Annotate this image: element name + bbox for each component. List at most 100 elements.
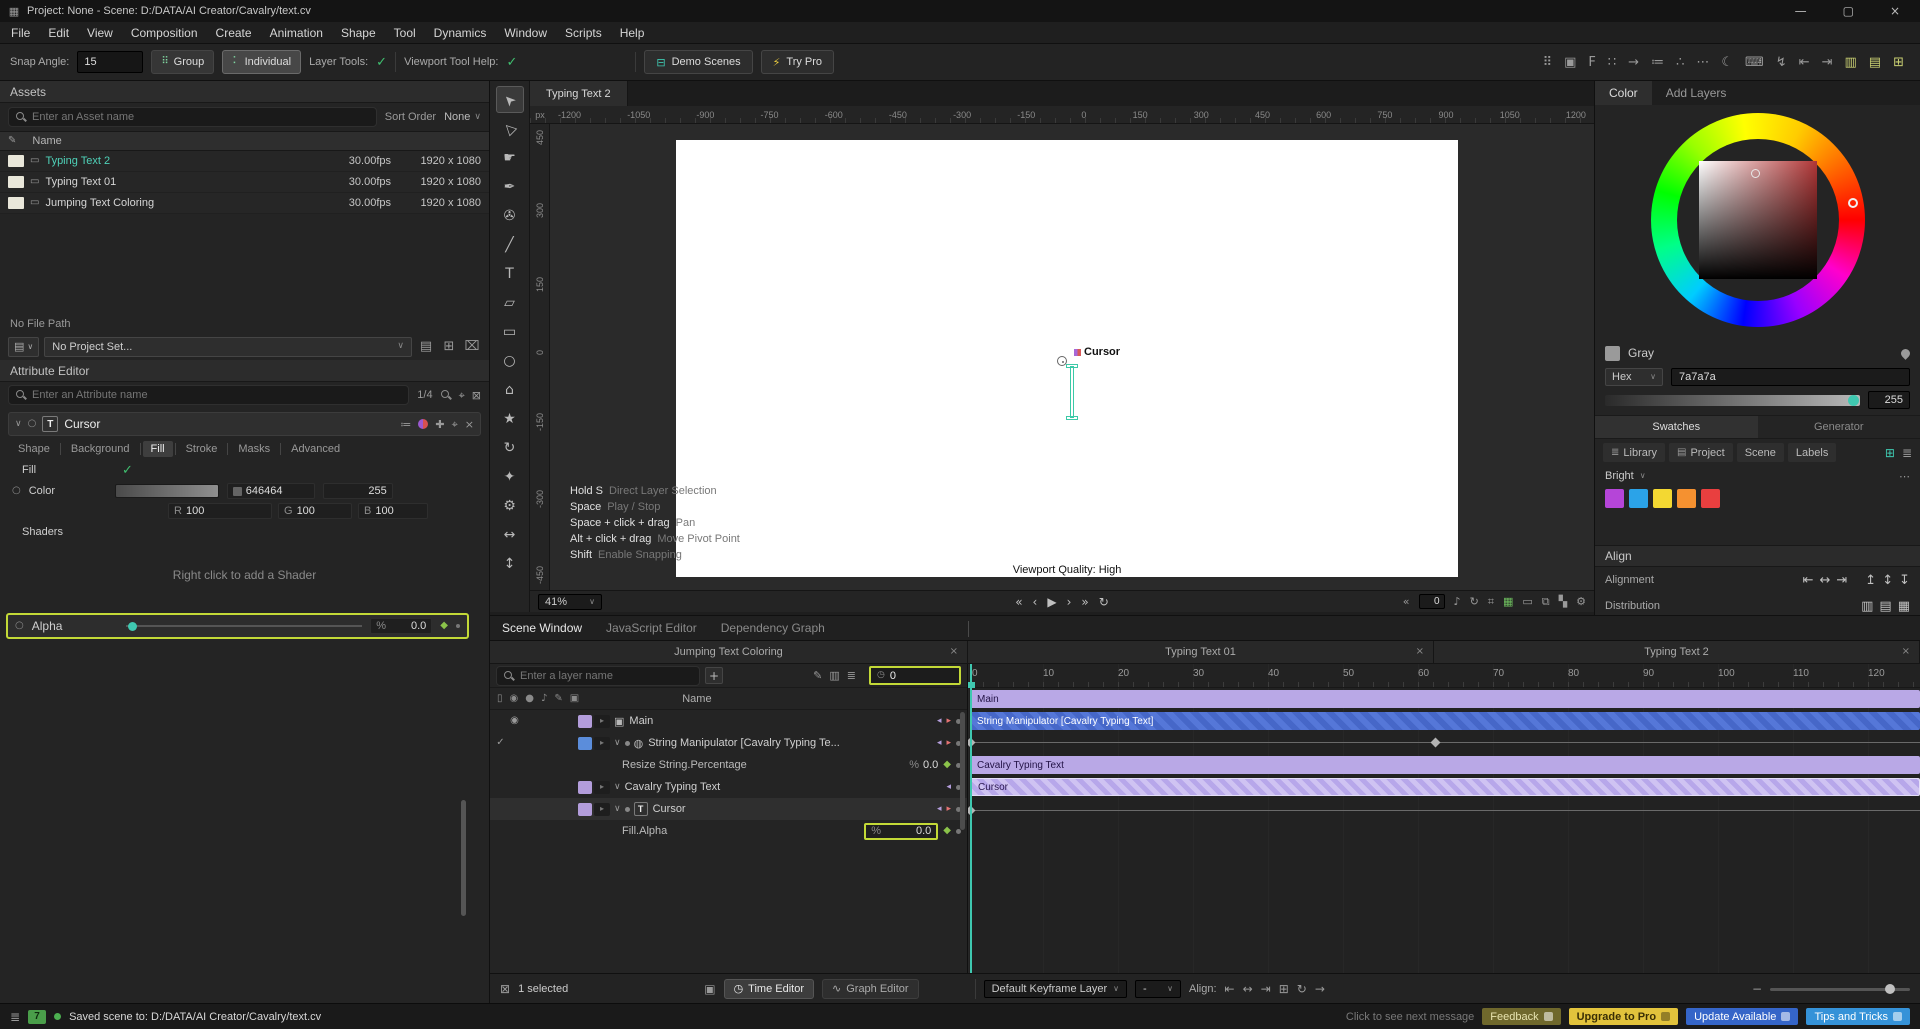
tab-generator[interactable]: Generator <box>1758 416 1920 438</box>
close-icon[interactable]: × <box>465 419 474 430</box>
list-icon[interactable]: ≣ <box>847 670 856 681</box>
pan-tool[interactable]: ☛ <box>496 144 524 171</box>
loop-icon[interactable]: ↻ <box>1297 983 1307 995</box>
align-top-icon[interactable]: ↥ <box>1865 574 1876 587</box>
keyframe-diamond[interactable] <box>1431 738 1441 748</box>
scene-button[interactable]: Scene <box>1737 443 1784 462</box>
panel-alpha-slider[interactable] <box>1605 395 1860 406</box>
cursor-layer-label[interactable]: Cursor <box>1074 346 1120 358</box>
layer-tools-check-icon[interactable]: ✓ <box>376 56 387 69</box>
solo-icon[interactable]: ● <box>525 694 534 704</box>
tab-masks[interactable]: Masks <box>230 441 278 457</box>
hex-value-field[interactable]: 646464 <box>227 483 315 499</box>
shader-drop-area[interactable]: Right click to add a Shader <box>14 543 475 607</box>
project-select[interactable]: No Project Set... ∨ <box>44 337 412 357</box>
square-icon[interactable]: ▣ <box>704 983 715 995</box>
effects-icon[interactable]: F <box>1588 56 1595 69</box>
saturation-square[interactable] <box>1699 161 1817 279</box>
asset-row[interactable]: ▭ Jumping Text Coloring 30.00fps 1920 x … <box>0 193 489 214</box>
add-layer-button[interactable]: + <box>705 667 723 684</box>
keyframe-circle-icon[interactable]: ○ <box>15 621 24 631</box>
layers-icon[interactable]: ⧉ <box>1542 596 1550 607</box>
ease-select[interactable]: - ∨ <box>1135 980 1181 998</box>
select-tool[interactable]: ➤ <box>496 86 524 113</box>
pen-tool[interactable]: ✒ <box>496 173 524 200</box>
visibility-icon[interactable]: ◉ <box>508 716 521 726</box>
chevron-down-icon[interactable]: ∨ <box>614 805 621 814</box>
skip-start-icon[interactable]: « <box>1015 596 1022 608</box>
message-count-badge[interactable]: 7 <box>28 1010 46 1024</box>
next-keyframe-icon[interactable]: ▸ <box>946 739 951 748</box>
group-toggle[interactable]: ⠿ Group <box>151 50 214 74</box>
track-bar-cavalry-typing-text[interactable]: Cavalry Typing Text <box>970 756 1920 774</box>
name-column-header[interactable]: Name <box>682 693 711 705</box>
alpha-slider[interactable] <box>126 620 363 632</box>
rows-icon[interactable]: ▤ <box>1869 56 1881 69</box>
sliders-icon[interactable]: ≔ <box>400 419 411 430</box>
swatch-purple[interactable] <box>1605 489 1624 508</box>
timeline-tab-typing01[interactable]: Typing Text 01 × <box>968 641 1434 664</box>
next-message-hint[interactable]: Click to see next message <box>1346 1011 1474 1023</box>
next-frame-icon[interactable]: › <box>1067 596 1072 608</box>
percentage-value[interactable]: % 0.0 <box>909 759 938 771</box>
align-bottom-icon[interactable]: ↧ <box>1899 574 1910 587</box>
retime-icon[interactable]: → <box>1315 983 1325 995</box>
menu-composition[interactable]: Composition <box>122 22 207 43</box>
viewport-body[interactable]: 4503001500-150-300-450 Cursor Viewport Q… <box>530 124 1594 590</box>
rectangle-tool[interactable]: ▭ <box>496 318 524 345</box>
project-folder-button[interactable]: ▤ ∨ <box>8 337 39 357</box>
star-tool[interactable]: ★ <box>496 405 524 432</box>
columns-icon[interactable]: ▥ <box>829 670 839 681</box>
selection-stem[interactable] <box>1070 366 1074 418</box>
tab-background[interactable]: Background <box>63 441 138 457</box>
attribute-row-fill-alpha[interactable]: Fill.Alpha % 0.0 ◆ <box>490 820 967 842</box>
menu-animation[interactable]: Animation <box>261 22 332 43</box>
attribute-search-input[interactable] <box>32 389 402 401</box>
layer-color-icon[interactable] <box>418 419 428 429</box>
grid-icon[interactable]: ⊞ <box>1279 983 1289 995</box>
asset-row[interactable]: ▭ Typing Text 2 30.00fps 1920 x 1080 <box>0 151 489 172</box>
layer-color-chip[interactable] <box>578 715 592 728</box>
align-left-icon[interactable]: ⇤ <box>1799 56 1810 69</box>
messages-icon[interactable]: ≣ <box>10 1011 20 1023</box>
zoom-out-icon[interactable]: − <box>1752 983 1762 995</box>
menu-edit[interactable]: Edit <box>39 22 78 43</box>
attribute-row-resize-string[interactable]: Resize String.Percentage % 0.0 ◆ <box>490 754 967 776</box>
selected-layer-row[interactable]: ∨ ○ T Cursor ≔ ✚ ⌖ × <box>8 412 481 436</box>
polygon-tool[interactable]: ⌂ <box>496 376 524 403</box>
prev-keyframe-icon[interactable]: ◂ <box>937 717 942 726</box>
rewind-icon[interactable]: « <box>1403 596 1410 607</box>
pencil-icon[interactable]: ✎ <box>813 670 822 681</box>
asset-row[interactable]: ▭ Typing Text 01 30.00fps 1920 x 1080 <box>0 172 489 193</box>
upgrade-to-pro-button[interactable]: Upgrade to Pro <box>1569 1008 1678 1025</box>
close-icon[interactable]: × <box>950 647 958 657</box>
eyedropper-icon[interactable] <box>1899 347 1912 360</box>
current-frame-field[interactable]: ◷ 0 <box>869 666 961 685</box>
settings-tool[interactable]: ⚙ <box>496 492 524 519</box>
ellipsis-icon[interactable]: ⋯ <box>1696 56 1709 69</box>
tab-advanced[interactable]: Advanced <box>283 441 348 457</box>
hex-mode-select[interactable]: Hex ∨ <box>1605 368 1663 386</box>
camera-tool[interactable]: ✇ <box>496 202 524 229</box>
layer-color-chip[interactable] <box>578 781 592 794</box>
tab-swatches[interactable]: Swatches <box>1595 416 1758 438</box>
scatter-icon[interactable]: ∴ <box>1676 56 1684 69</box>
track-bar-main[interactable]: Main <box>970 690 1920 708</box>
red-field[interactable]: R 100 <box>168 503 272 519</box>
align-center-h-icon[interactable]: ↔ <box>1819 574 1830 587</box>
keyframe-circle-icon[interactable]: ○ <box>12 486 21 496</box>
clip-chip-icon[interactable]: ▸ <box>594 803 610 816</box>
rotate-tool[interactable]: ↻ <box>496 434 524 461</box>
align-left-icon[interactable]: ⇤ <box>1225 983 1235 995</box>
sort-order-dropdown[interactable]: None ∨ <box>444 111 481 123</box>
layer-row-cursor[interactable]: ▸ ∨ T Cursor ◂ ▸ <box>490 798 967 820</box>
screen-icon[interactable]: ▭ <box>1522 596 1532 607</box>
keyframe-track-resize-string[interactable] <box>968 732 1920 754</box>
align-right-icon[interactable]: ⇥ <box>1836 574 1847 587</box>
timeline-tab-jumping[interactable]: Jumping Text Coloring × <box>490 641 968 664</box>
swatch-orange[interactable] <box>1677 489 1696 508</box>
play-icon[interactable]: ▶ <box>1047 596 1056 608</box>
align-center-icon[interactable]: ↔ <box>1243 983 1253 995</box>
project-button[interactable]: ▤ Project <box>1669 443 1733 462</box>
prev-keyframe-icon[interactable]: ◂ <box>946 783 951 792</box>
